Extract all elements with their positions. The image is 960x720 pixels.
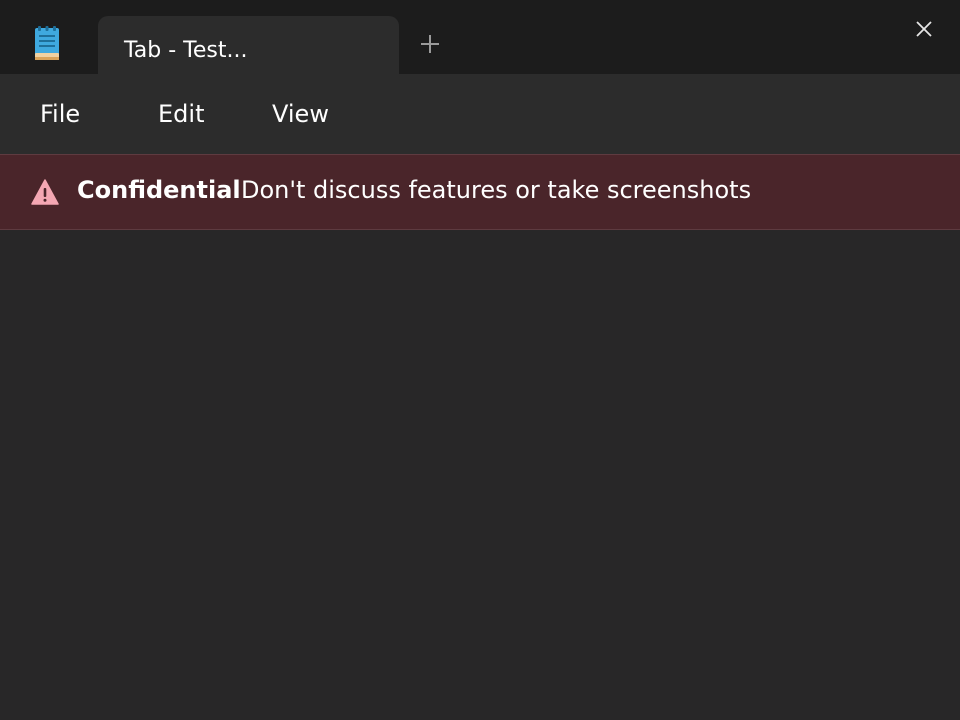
text-editor[interactable] [0, 230, 960, 720]
menu-edit[interactable]: Edit [132, 82, 230, 146]
title-bar: Tab - Test... [0, 0, 960, 74]
plus-icon [421, 35, 439, 53]
notepad-icon [33, 26, 61, 60]
new-tab-button[interactable] [412, 26, 448, 62]
tab-label: Tab - Test... [124, 38, 248, 63]
notepad-window: Tab - Test... File Edit View Confidentia… [0, 0, 960, 720]
menu-view[interactable]: View [246, 82, 355, 146]
tab-test[interactable]: Tab - Test... [98, 16, 399, 74]
close-icon [916, 21, 932, 37]
banner-message: Don't discuss features or take screensho… [241, 176, 752, 204]
close-button[interactable] [906, 12, 942, 46]
banner-title: Confidential [77, 176, 241, 204]
menu-file[interactable]: File [14, 82, 106, 146]
confidential-banner: Confidential Don't discuss features or t… [0, 154, 960, 230]
menu-bar: File Edit View [0, 74, 960, 154]
warning-icon [31, 179, 59, 205]
